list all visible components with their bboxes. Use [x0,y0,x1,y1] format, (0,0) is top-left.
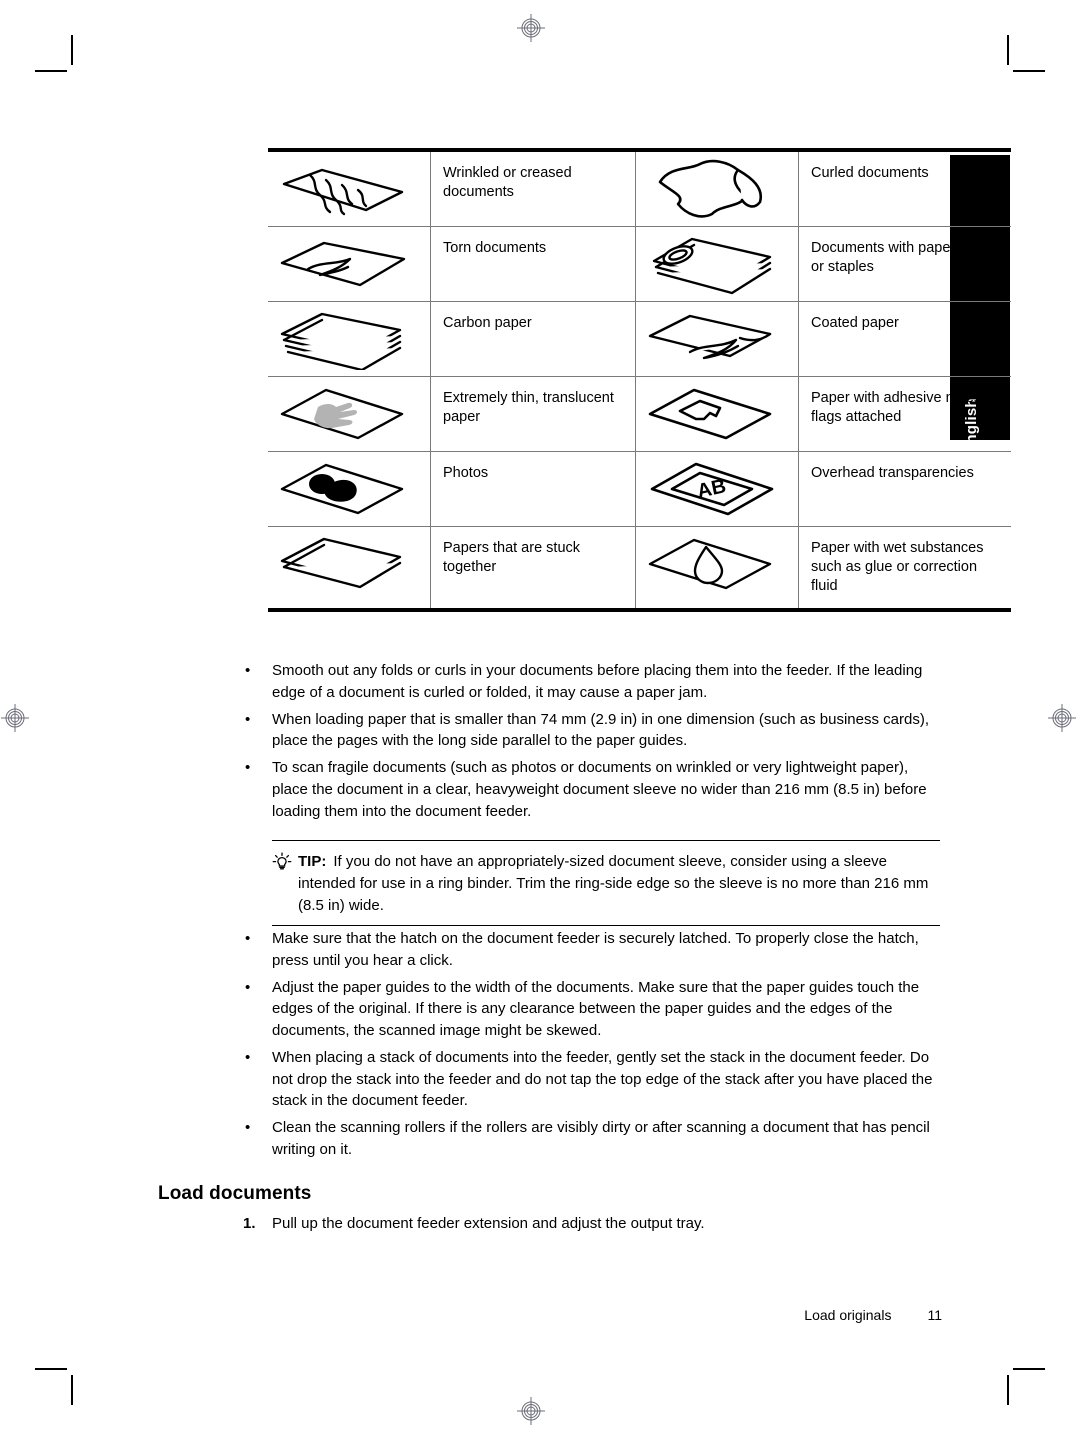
tip-text: If you do not have an appropriately-size… [298,853,929,914]
media-icon-cell [635,301,799,377]
page-title: Load documents [158,1183,312,1204]
table-row: Wrinkled or creased documents Curled doc… [268,148,1011,227]
tip-body: TIP: If you do not have an appropriately-… [298,851,940,916]
footer-page-number: 11 [927,1307,942,1323]
table-row: Torn documents Documents with paper clip… [268,226,1011,302]
media-label-cell: Carbon paper [430,301,636,377]
media-icon-cell [268,226,431,302]
list-item: • Clean the scanning rollers if the roll… [245,1117,945,1161]
coated-paper-icon [642,308,782,370]
registration-mark-right-center [1047,703,1077,733]
step-number: 1. [243,1215,256,1232]
crop-mark-top-left-horizontal [35,70,67,72]
list-item: • Smooth out any folds or curls in your … [245,660,945,704]
media-icon-cell [635,148,799,227]
guidelines-bullet-list-bottom: • Make sure that the hatch on the docume… [245,928,945,1166]
bullet-marker-icon: • [245,759,251,776]
table-row: Papers that are stuck together Paper wit… [268,525,1011,612]
bullet-marker-icon: • [245,710,251,728]
media-label-cell: Paper with wet substances such as glue o… [798,525,1011,612]
list-item-text: To scan fragile documents (such as photo… [272,759,927,820]
crop-mark-top-right-horizontal [1013,70,1045,72]
wet-substance-paper-icon [642,533,782,595]
lightbulb-tip-icon [272,851,298,872]
media-icon-cell [268,376,431,452]
crop-mark-bottom-right-vertical [1007,1375,1009,1405]
load-documents-steps: 1. Pull up the document feeder extension… [243,1213,943,1235]
bullet-marker-icon: • [245,930,251,947]
media-label-cell: Coated paper [798,301,1011,377]
carbon-paper-stack-icon [274,308,414,370]
crop-mark-top-right-vertical [1007,35,1009,65]
media-label-cell: Documents with paper clips or staples [798,226,1011,302]
media-icon-cell [268,301,431,377]
tip-callout: TIP: If you do not have an appropriately-… [272,840,940,927]
media-icon-cell: AB [635,451,799,527]
stuck-together-paper-icon [274,533,414,595]
media-icon-cell [268,148,431,227]
adhesive-note-paper-icon [642,383,782,445]
media-icon-cell [268,451,431,527]
table-row: Photos AB Overhead transparencies [268,451,1011,527]
unsupported-media-table: Wrinkled or creased documents Curled doc… [268,148,1011,612]
list-item: • Make sure that the hatch on the docume… [245,928,945,972]
list-item-text: When placing a stack of documents into t… [272,1048,933,1110]
list-item-text: Smooth out any folds or curls in your do… [272,662,923,701]
footer-section-title: Load originals [804,1307,892,1323]
media-icon-cell [635,525,799,612]
guidelines-bullet-list-top: • Smooth out any folds or curls in your … [245,660,945,827]
crop-mark-bottom-left-horizontal [35,1368,67,1370]
media-label-cell: Photos [430,451,636,527]
list-item: • When placing a stack of documents into… [245,1047,945,1112]
bullet-marker-icon: • [245,978,251,996]
media-label-cell: Overhead transparencies [798,451,1011,527]
table-row: Extremely thin, translucent paper Paper … [268,376,1011,452]
translucent-paper-hand-icon [274,383,414,445]
crop-mark-bottom-right-horizontal [1013,1368,1045,1370]
tip-label: TIP: [298,853,327,870]
bullet-marker-icon: • [245,662,251,679]
list-item-text: When loading paper that is smaller than … [272,710,929,750]
bullet-marker-icon: • [245,1048,251,1066]
list-item: • Adjust the paper guides to the width o… [245,977,945,1042]
registration-mark-top-center [516,13,546,43]
media-label-cell: Wrinkled or creased documents [430,148,636,227]
list-item-text: Make sure that the hatch on the document… [272,930,919,969]
step-text: Pull up the document feeder extension an… [272,1215,705,1232]
overhead-transparency-icon: AB [642,458,782,520]
crop-mark-top-left-vertical [71,35,73,65]
curled-paper-icon [642,158,782,220]
crop-mark-bottom-left-vertical [71,1375,73,1405]
paper-clip-stack-icon [642,233,782,295]
media-label-cell: Papers that are stuck together [430,525,636,612]
wrinkled-creased-paper-icon [274,158,414,220]
manual-page: English Wrinkled or creased documents Cu… [0,0,1080,1440]
media-label-cell: Paper with adhesive notes or flags attac… [798,376,1011,452]
list-item: • To scan fragile documents (such as pho… [245,757,945,822]
torn-paper-icon [274,233,414,295]
media-label-cell: Curled documents [798,148,1011,227]
list-item-text: Adjust the paper guides to the width of … [272,978,920,1040]
media-icon-cell [635,376,799,452]
media-icon-cell [635,226,799,302]
media-label-cell: Extremely thin, translucent paper [430,376,636,452]
media-label-cell: Torn documents [430,226,636,302]
list-item: • When loading paper that is smaller tha… [245,709,945,753]
photo-paper-icon [274,458,414,520]
table-row: Carbon paper Coated paper [268,301,1011,377]
list-item: 1. Pull up the document feeder extension… [243,1213,943,1235]
media-icon-cell [268,525,431,612]
list-item-text: Clean the scanning rollers if the roller… [272,1119,930,1158]
bullet-marker-icon: • [245,1119,251,1136]
registration-mark-bottom-center [516,1396,546,1426]
registration-mark-left-center [0,703,30,733]
